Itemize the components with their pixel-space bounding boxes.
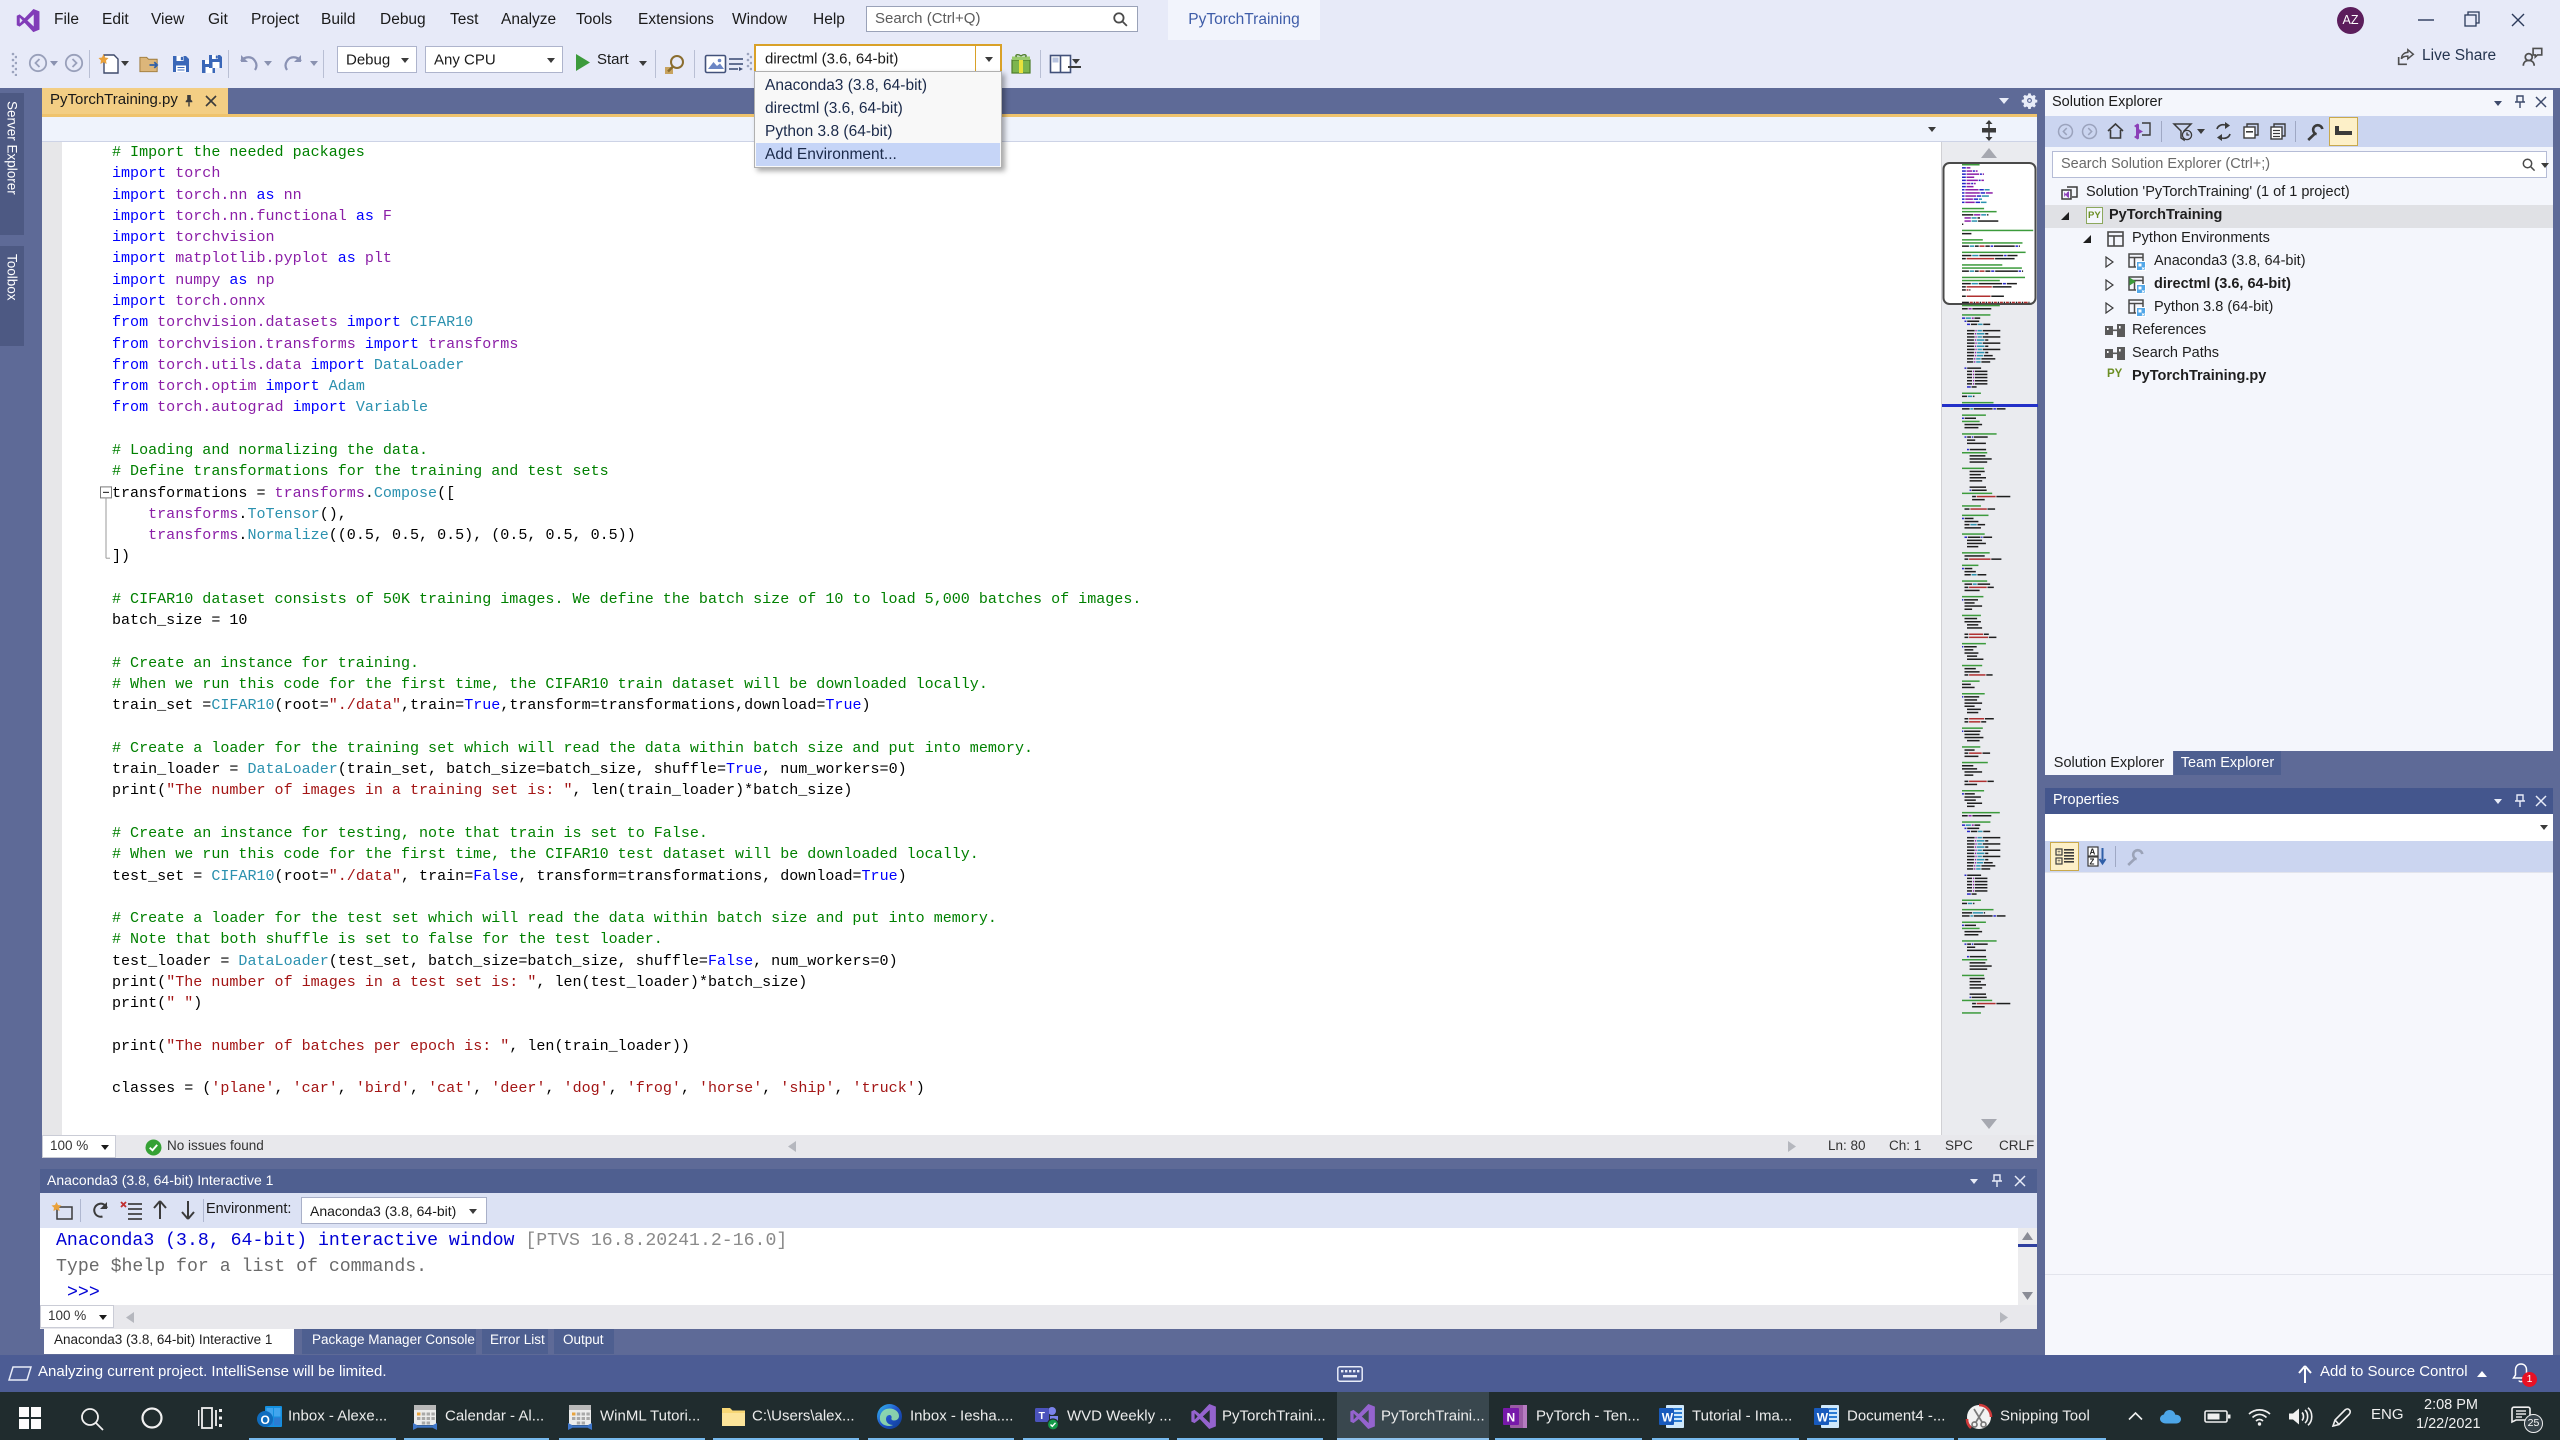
svg-text:+: +: [2057, 859, 2061, 865]
svg-text:W: W: [1817, 1411, 1829, 1425]
svg-text:N: N: [1507, 1411, 1516, 1425]
svg-text:T: T: [1039, 1410, 1046, 1422]
svg-text:+: +: [2057, 850, 2061, 856]
svg-text:A: A: [2090, 848, 2096, 857]
svg-text:O: O: [261, 1413, 270, 1427]
svg-text:Z: Z: [2090, 858, 2095, 867]
svg-text:W: W: [1662, 1411, 1674, 1425]
